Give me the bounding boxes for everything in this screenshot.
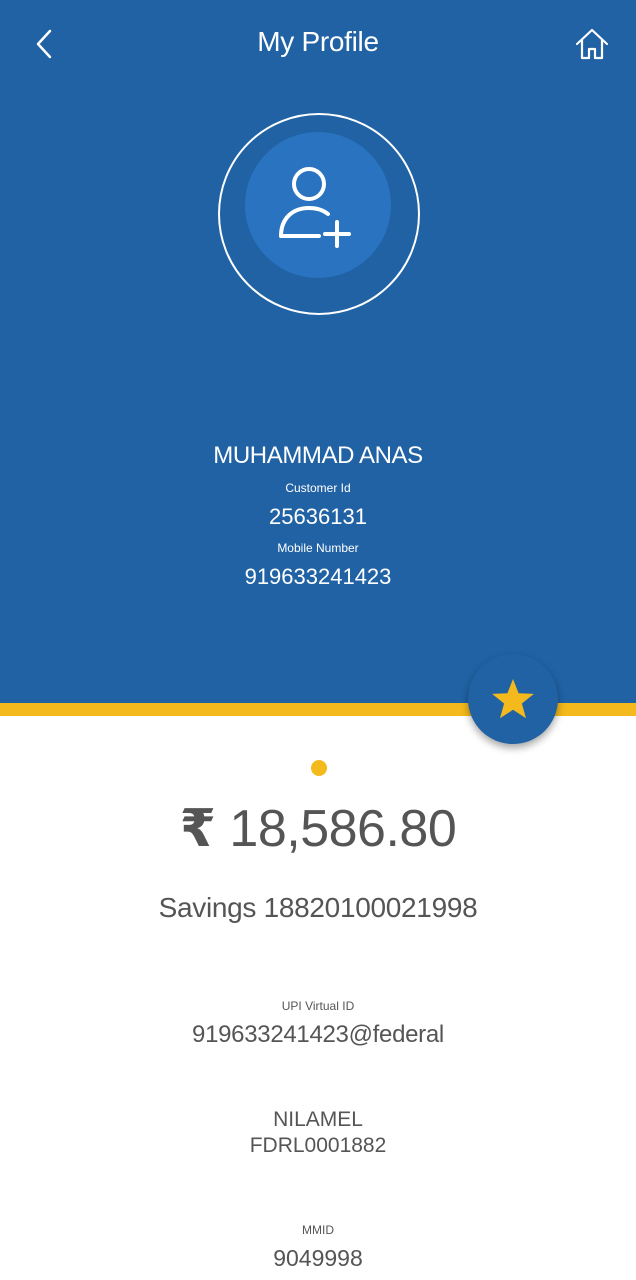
customer-id-label: Customer Id: [285, 481, 351, 495]
home-icon: [575, 28, 609, 60]
carousel-page-indicator[interactable]: [311, 760, 327, 776]
customer-id-value: 25636131: [269, 504, 367, 529]
home-button[interactable]: [570, 22, 614, 66]
upi-id-label: UPI Virtual ID: [281, 999, 355, 1013]
branch-name: NILAMEL: [273, 1108, 363, 1131]
add-user-icon: [279, 167, 351, 248]
ifsc-code: FDRL0001882: [249, 1134, 387, 1157]
mobile-number-label: Mobile Number: [277, 541, 359, 555]
page-title: My Profile: [257, 26, 379, 57]
mobile-number-value: 919633241423: [244, 564, 392, 589]
mmid-value: 9049998: [273, 1245, 363, 1271]
avatar[interactable]: [245, 132, 391, 278]
customer-name: MUHAMMAD ANAS: [213, 442, 423, 469]
profile-header: [0, 0, 636, 703]
favorite-button[interactable]: [468, 654, 558, 744]
star-icon: [492, 679, 534, 719]
account-balance: ₹18,586.80: [0, 796, 636, 862]
mmid-label: MMID: [302, 1223, 334, 1237]
upi-id-value: 919633241423@federal: [192, 1021, 444, 1048]
account-type-number: Savings 18820100021998: [158, 892, 478, 923]
currency-symbol: ₹: [179, 800, 216, 858]
balance-amount: 18,586.80: [229, 800, 457, 858]
